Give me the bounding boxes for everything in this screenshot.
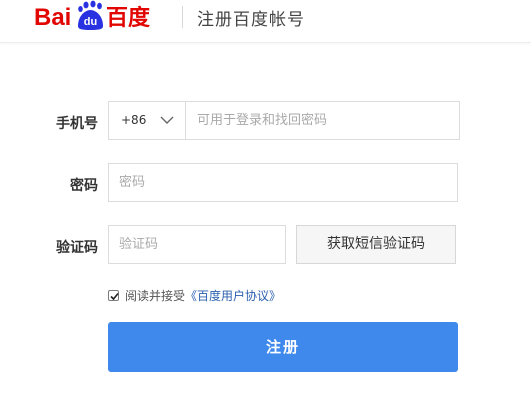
country-code-value: +86 [121,113,147,127]
header-divider [182,6,183,28]
agreement-row: 阅读并接受 《百度用户协议》 [108,287,281,304]
user-agreement-link[interactable]: 《百度用户协议》 [185,287,281,304]
register-button[interactable]: 注册 [108,322,458,372]
svg-text:Bai: Bai [34,4,71,31]
agreement-text: 阅读并接受 [125,289,186,303]
get-sms-code-button[interactable]: 获取短信验证码 [296,225,456,264]
chevron-down-icon [160,116,174,124]
baidu-logo[interactable]: Bai du 百度 [34,0,174,34]
verify-field [108,225,286,264]
svg-text:du: du [84,16,97,28]
country-code-select[interactable]: +86 [109,102,186,139]
password-label: 密码 [70,178,98,194]
page-title: 注册百度帐号 [197,10,305,30]
checkmark-icon [110,292,119,301]
password-input[interactable] [119,164,449,201]
phone-field: +86 [108,101,460,140]
phone-input[interactable] [197,102,451,139]
verify-code-input[interactable] [119,226,277,263]
agreement-checkbox[interactable] [108,290,119,301]
phone-label: 手机号 [56,116,98,132]
svg-text:百度: 百度 [106,5,151,31]
header: Bai du 百度 注册百度帐号 [0,0,531,43]
password-field [108,163,458,202]
verify-label: 验证码 [56,240,98,256]
